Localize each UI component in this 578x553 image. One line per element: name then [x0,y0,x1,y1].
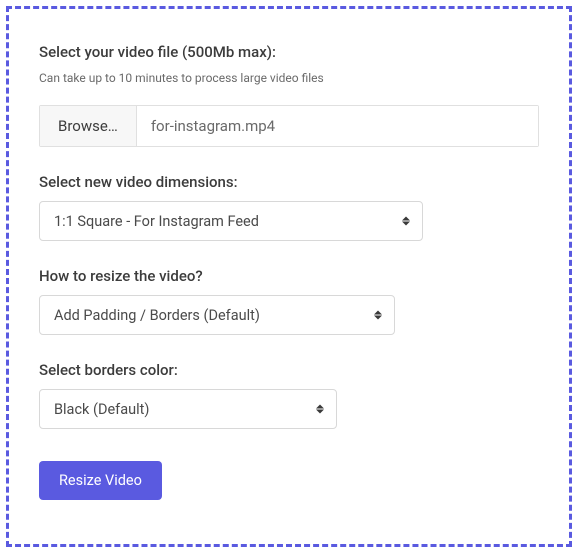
sort-icon [402,217,410,226]
sort-icon [316,405,324,414]
border-color-select[interactable]: Black (Default) [39,389,337,429]
browse-button[interactable]: Browse… [40,106,137,146]
resize-method-selected: Add Padding / Borders (Default) [54,307,260,324]
resize-method-label: How to resize the video? [39,267,539,285]
dimensions-label: Select new video dimensions: [39,173,539,191]
sort-icon [374,311,382,320]
form-container: Select your video file (500Mb max): Can … [6,6,572,547]
dimensions-selected: 1:1 Square - For Instagram Feed [54,213,259,230]
file-input-row: Browse… [39,105,539,147]
border-color-label: Select borders color: [39,361,539,379]
file-label: Select your video file (500Mb max): [39,43,539,61]
resize-method-select[interactable]: Add Padding / Borders (Default) [39,295,395,335]
file-hint: Can take up to 10 minutes to process lar… [39,71,539,85]
file-name-input[interactable] [137,106,538,146]
dimensions-select[interactable]: 1:1 Square - For Instagram Feed [39,201,423,241]
border-color-selected: Black (Default) [54,401,149,418]
resize-video-button[interactable]: Resize Video [39,461,162,500]
